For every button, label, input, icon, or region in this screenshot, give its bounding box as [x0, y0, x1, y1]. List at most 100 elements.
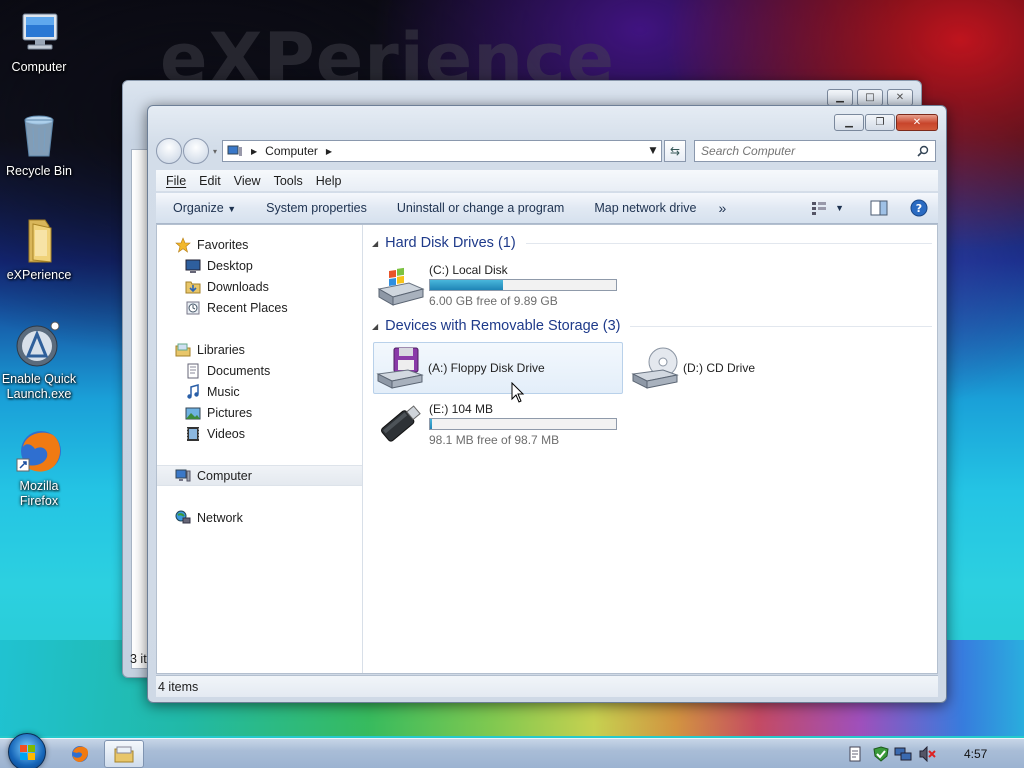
drive-c-local-disk[interactable]: (C:) Local Disk 6.00 GB free of 9.89 GB	[375, 259, 625, 311]
desktop-icon-firefox[interactable]: Mozilla Firefox	[0, 427, 78, 509]
hard-drive-icon	[377, 267, 425, 306]
maximize-button[interactable]: ❐	[865, 114, 895, 131]
nav-downloads[interactable]: Downloads	[157, 276, 362, 297]
nav-computer[interactable]: Computer	[157, 465, 362, 486]
nav-favorites[interactable]: Favorites	[157, 234, 362, 255]
nav-videos[interactable]: Videos	[157, 423, 362, 444]
close-button[interactable]: ✕	[887, 89, 913, 106]
close-button[interactable]: ✕	[896, 114, 938, 131]
breadcrumb-computer[interactable]: Computer	[265, 144, 318, 158]
computer-icon	[227, 145, 243, 156]
group-divider	[525, 242, 932, 244]
nav-label: Libraries	[197, 342, 245, 357]
view-icon	[812, 202, 827, 215]
menu-tools[interactable]: Tools	[274, 174, 303, 188]
nav-recent-places[interactable]: Recent Places	[157, 297, 362, 318]
menu-view[interactable]: View	[234, 174, 261, 188]
back-button[interactable]	[156, 138, 182, 164]
videos-icon	[187, 426, 199, 441]
group-divider	[630, 325, 932, 327]
chevron-down-icon: ▼	[835, 203, 844, 213]
group-title: Hard Disk Drives (1)	[385, 235, 516, 251]
drive-free-space: 6.00 GB free of 9.89 GB	[429, 293, 558, 308]
map-network-drive-button[interactable]: Map network drive	[594, 201, 696, 215]
group-header-hard-disk-drives[interactable]: ◢ Hard Disk Drives (1)	[372, 235, 932, 251]
action-center-icon[interactable]	[848, 746, 862, 762]
desktop-icon-recycle-bin[interactable]: Recycle Bin	[0, 112, 78, 179]
explorer-content: Favorites Desktop Downloads Recent Place…	[156, 224, 938, 674]
firefox-icon	[72, 746, 89, 762]
help-icon[interactable]: ?	[910, 199, 928, 217]
drive-usage-bar	[429, 417, 617, 430]
menu-file[interactable]: File	[166, 174, 186, 188]
minimize-button[interactable]: ▁	[834, 114, 864, 131]
preview-pane-icon[interactable]	[870, 200, 888, 216]
nav-music[interactable]: Music	[157, 381, 362, 402]
nav-pictures[interactable]: Pictures	[157, 402, 362, 423]
desktop-icon-computer[interactable]: Computer	[0, 8, 78, 75]
navigation-row: ▾ ▶ Computer ▶ ▼ ⇆	[156, 138, 938, 164]
drive-info: (C:) Local Disk 6.00 GB free of 9.89 GB	[429, 263, 617, 308]
start-button[interactable]	[8, 733, 46, 768]
maximize-button[interactable]: □	[857, 89, 883, 106]
svg-text:?: ?	[916, 202, 922, 215]
forward-button[interactable]	[183, 138, 209, 164]
window-controls: ▁ □ ✕	[827, 89, 913, 106]
desktop-icon-quick-launch[interactable]: Enable Quick Launch.exe	[0, 320, 78, 402]
breadcrumb-separator-icon[interactable]: ▶	[251, 147, 257, 156]
chevron-down-icon: ▼	[227, 204, 237, 214]
drive-free-space: 98.1 MB free of 98.7 MB	[429, 432, 560, 447]
status-bar: 4 items	[156, 675, 938, 697]
drive-info: (E:) 104 MB 98.1 MB free of 98.7 MB	[429, 402, 617, 447]
star-icon	[175, 236, 191, 253]
nav-libraries[interactable]: Libraries	[157, 339, 362, 360]
breadcrumb-separator-icon[interactable]: ▶	[326, 147, 332, 156]
item-count: 4 items	[158, 679, 199, 694]
desktop-icon-label: Computer	[11, 60, 67, 74]
collapse-triangle-icon[interactable]: ◢	[372, 322, 378, 331]
windows-logo-icon	[20, 745, 35, 760]
nav-network[interactable]: Network	[157, 507, 362, 528]
organize-button[interactable]: Organize ▼	[173, 201, 236, 215]
address-dropdown-icon[interactable]: ▼	[645, 146, 661, 156]
nav-documents[interactable]: Documents	[157, 360, 362, 381]
desktop-icon-label: eXPerience	[6, 268, 72, 282]
search-input[interactable]	[701, 144, 918, 158]
refresh-button[interactable]: ⇆	[664, 140, 687, 162]
menu-help[interactable]: Help	[316, 174, 342, 188]
navigation-pane: Favorites Desktop Downloads Recent Place…	[157, 225, 363, 673]
address-bar[interactable]: ▶ Computer ▶ ▼	[222, 140, 663, 162]
organize-label: Organize	[173, 201, 224, 215]
taskbar-explorer[interactable]	[104, 740, 144, 768]
taskbar-firefox[interactable]	[60, 740, 100, 768]
volume-muted-icon[interactable]	[918, 746, 936, 762]
drive-usage-bar	[429, 278, 617, 291]
drive-a-floppy[interactable]: (A:) Floppy Disk Drive	[373, 342, 623, 394]
uninstall-program-button[interactable]: Uninstall or change a program	[397, 201, 564, 215]
nav-label: Recent Places	[207, 300, 288, 315]
collapse-triangle-icon[interactable]: ◢	[372, 239, 378, 248]
group-header-removable-storage[interactable]: ◢ Devices with Removable Storage (3)	[372, 318, 932, 334]
explorer-window-computer[interactable]: ▁ ❐ ✕ ▾ ▶ Computer ▶ ▼ ⇆ File Edit View …	[147, 105, 947, 703]
search-icon[interactable]	[917, 145, 929, 157]
explorer-folder-icon	[114, 746, 134, 763]
change-view-button[interactable]: ▼	[811, 201, 844, 215]
minimize-button[interactable]: ▁	[827, 89, 853, 106]
recent-pages-dropdown[interactable]: ▾	[213, 147, 217, 156]
desktop-icon-experience-folder[interactable]: eXPerience	[0, 216, 78, 283]
folder-icon	[28, 219, 52, 263]
refresh-icon: ⇆	[669, 144, 681, 158]
system-properties-button[interactable]: System properties	[266, 201, 367, 215]
nav-label: Videos	[207, 426, 245, 441]
nav-label: Network	[197, 510, 243, 525]
desktop-icon	[185, 259, 201, 273]
drive-e-usb[interactable]: (E:) 104 MB 98.1 MB free of 98.7 MB	[375, 398, 625, 450]
drive-d-cd[interactable]: (D:) CD Drive	[629, 342, 879, 394]
more-commands-button[interactable]: »	[718, 200, 726, 216]
clock[interactable]: 4:57	[964, 747, 987, 761]
menu-edit[interactable]: Edit	[199, 174, 221, 188]
search-box[interactable]	[694, 140, 937, 162]
nav-desktop[interactable]: Desktop	[157, 255, 362, 276]
network-status-icon[interactable]	[894, 746, 912, 762]
security-shield-icon[interactable]	[872, 746, 890, 762]
